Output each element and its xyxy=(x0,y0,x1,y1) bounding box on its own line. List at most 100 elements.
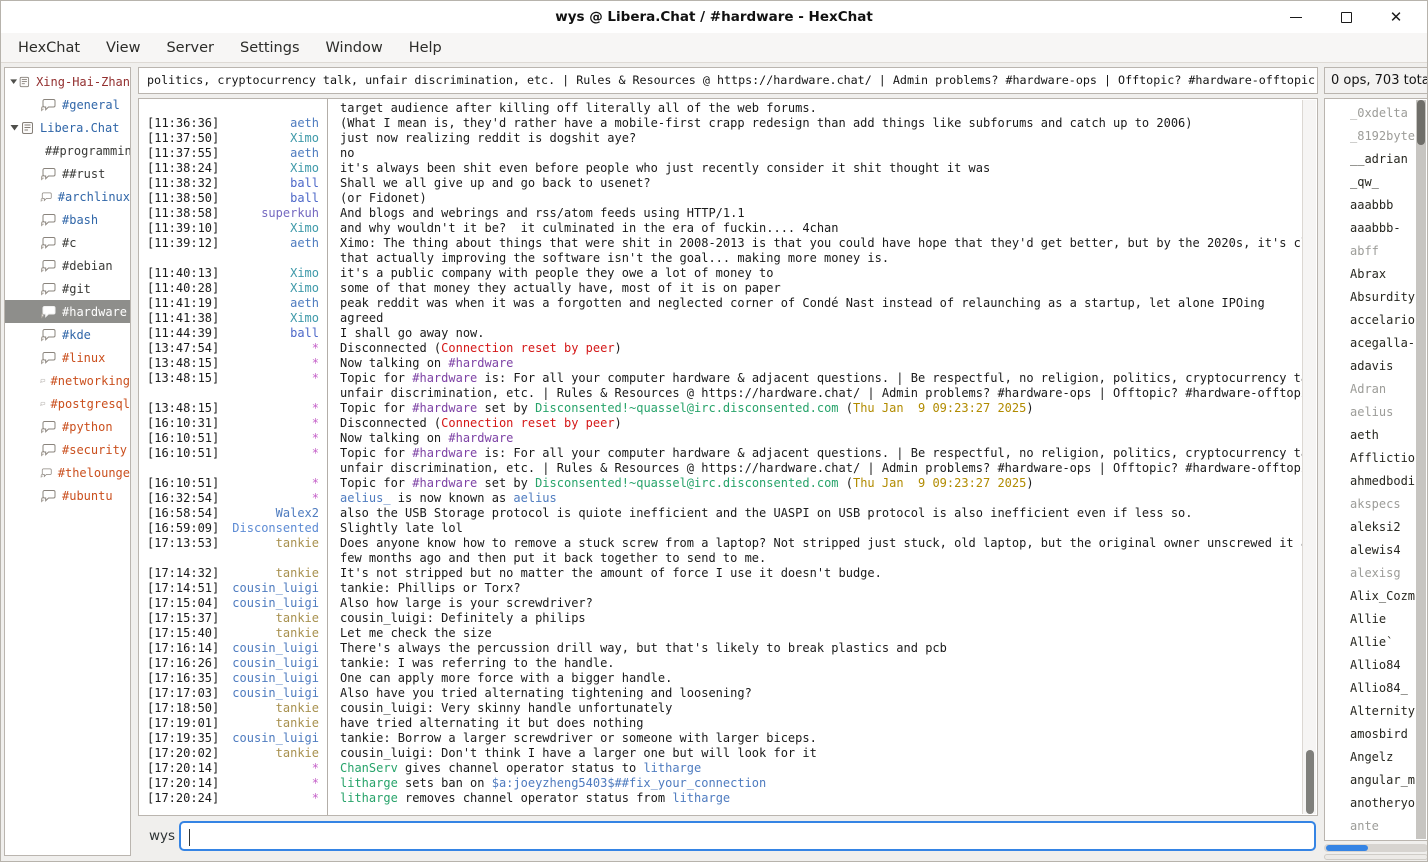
menu-view[interactable]: View xyxy=(93,33,153,63)
timestamp xyxy=(147,101,219,116)
user-item[interactable]: alewis4 xyxy=(1325,539,1427,562)
menu-window[interactable]: Window xyxy=(313,33,396,63)
tree-item-security[interactable]: #security xyxy=(5,438,130,461)
tree-item-rust[interactable]: ##rust xyxy=(5,162,130,185)
tree-item-postgresql[interactable]: #postgresql xyxy=(5,392,130,415)
message: Let me check the size xyxy=(340,626,492,641)
tree-item-python[interactable]: #python xyxy=(5,415,130,438)
tree-item-archlinux[interactable]: #archlinux xyxy=(5,185,130,208)
tree-item-kde[interactable]: #kde xyxy=(5,323,130,346)
user-item[interactable]: __adrian xyxy=(1325,148,1427,171)
user-list-rows: _0xdelta_8192byte__adrian_qw_aaabbbaaabb… xyxy=(1325,102,1427,838)
user-item[interactable]: angular_m xyxy=(1325,769,1427,792)
tree-item-bash[interactable]: #bash xyxy=(5,208,130,231)
user-item[interactable]: ante xyxy=(1325,815,1427,838)
user-item[interactable]: aeth xyxy=(1325,424,1427,447)
message-segment: it's always been shit even before people… xyxy=(340,161,990,175)
tree-item-c[interactable]: #c xyxy=(5,231,130,254)
chat-row: [16:10:31]*Disconnected (Connection rese… xyxy=(139,416,1303,431)
user-item[interactable]: aaabbb- xyxy=(1325,217,1427,240)
timestamp: [11:37:55] xyxy=(147,146,219,161)
chat-row: [17:14:51]cousin_luigitankie: Phillips o… xyxy=(139,581,1303,596)
userlist-hscrollbar[interactable] xyxy=(1324,844,1428,852)
tree-item-general[interactable]: #general xyxy=(5,93,130,116)
user-item[interactable]: ahmedbodi xyxy=(1325,470,1427,493)
tree-item-thelounge[interactable]: #thelounge xyxy=(5,461,130,484)
user-item[interactable]: _0xdelta xyxy=(1325,102,1427,125)
chat-area: target audience after killing off litera… xyxy=(138,98,1318,816)
message: Disconnected (Connection reset by peer) xyxy=(340,416,622,431)
user-item[interactable]: Absurdity xyxy=(1325,286,1427,309)
user-item[interactable]: _8192byte xyxy=(1325,125,1427,148)
expander-icon[interactable] xyxy=(9,122,20,133)
nick: cousin_luigi xyxy=(219,581,319,596)
userlist-scrollbar[interactable] xyxy=(1416,100,1426,839)
message-input[interactable] xyxy=(181,823,1314,849)
message-segment: cousin_luigi: Very skinny handle unfortu… xyxy=(340,701,672,715)
user-item[interactable]: Allie` xyxy=(1325,631,1427,654)
minimize-button[interactable] xyxy=(1271,1,1321,33)
userlist-hscrollbar-track[interactable] xyxy=(1324,854,1428,860)
menu-settings[interactable]: Settings xyxy=(227,33,312,63)
menu-hexchat[interactable]: HexChat xyxy=(5,33,93,63)
userlist-hscrollbar-thumb[interactable] xyxy=(1326,845,1368,851)
user-item[interactable]: adavis xyxy=(1325,355,1427,378)
userlist-scrollbar-thumb[interactable] xyxy=(1417,100,1425,145)
message: just now realizing reddit is dogshit aye… xyxy=(340,131,636,146)
user-item[interactable]: acegalla- xyxy=(1325,332,1427,355)
menu-server[interactable]: Server xyxy=(153,33,227,63)
maximize-button[interactable] xyxy=(1321,1,1371,33)
user-item[interactable]: _qw_ xyxy=(1325,171,1427,194)
tree-item-xing-hai-zhan[interactable]: Xing-Hai-Zhan xyxy=(5,70,130,93)
user-item[interactable]: Affliction xyxy=(1325,447,1427,470)
tree-item-label: #networking xyxy=(51,374,130,388)
tree-item-networking[interactable]: #networking xyxy=(5,369,130,392)
user-item[interactable]: Allio84 xyxy=(1325,654,1427,677)
user-item[interactable]: akspecs xyxy=(1325,493,1427,516)
user-item[interactable]: Allio84_ xyxy=(1325,677,1427,700)
user-item[interactable]: aelius xyxy=(1325,401,1427,424)
tree-item-libera.chat[interactable]: Libera.Chat xyxy=(5,116,130,139)
chat-scrollbar[interactable] xyxy=(1302,100,1316,814)
user-item[interactable]: alexisg xyxy=(1325,562,1427,585)
user-item[interactable]: Allie xyxy=(1325,608,1427,631)
user-item[interactable]: accelario xyxy=(1325,309,1427,332)
menu-help[interactable]: Help xyxy=(396,33,455,63)
user-item[interactable]: Adran xyxy=(1325,378,1427,401)
chat-row: [13:48:15]*Topic for #hardware is: For a… xyxy=(139,371,1303,386)
channel-icon xyxy=(40,236,57,250)
message: some of that money they actually have, m… xyxy=(340,281,781,296)
nick xyxy=(219,551,319,566)
expander-icon[interactable] xyxy=(9,76,18,87)
message: Topic for #hardware set by Disconsented!… xyxy=(340,401,1034,416)
message-segment: There's always the percussion drill way,… xyxy=(340,641,947,655)
user-item[interactable]: Angelz xyxy=(1325,746,1427,769)
chat-row: [11:41:19]aethpeak reddit was when it wa… xyxy=(139,296,1303,311)
user-item[interactable]: Alix_Cozm xyxy=(1325,585,1427,608)
message-segment: Does anyone know how to remove a stuck s… xyxy=(340,536,1303,550)
nick: tankie xyxy=(219,566,319,581)
nick xyxy=(219,461,319,476)
user-item[interactable]: amosbird xyxy=(1325,723,1427,746)
message-segment: One can apply more force with a bigger h… xyxy=(340,671,672,685)
tree-item-ubuntu[interactable]: #ubuntu xyxy=(5,484,130,507)
message-entry[interactable] xyxy=(179,821,1316,851)
close-button[interactable]: ✕ xyxy=(1371,1,1421,33)
user-item[interactable]: Abrax xyxy=(1325,263,1427,286)
topic-input[interactable]: politics, cryptocurrency talk, unfair di… xyxy=(138,67,1318,94)
chat-scrollbar-thumb[interactable] xyxy=(1306,750,1314,814)
user-item[interactable]: anotheryo xyxy=(1325,792,1427,815)
user-item[interactable]: aleksi2 xyxy=(1325,516,1427,539)
chat-row: [17:15:37]tankiecousin_luigi: Definitely… xyxy=(139,611,1303,626)
user-item[interactable]: Alternity xyxy=(1325,700,1427,723)
nick-separator-line xyxy=(327,99,328,815)
tree-item-programming[interactable]: ##programming xyxy=(5,139,130,162)
tree-item-linux[interactable]: #linux xyxy=(5,346,130,369)
user-item[interactable]: aaabbb xyxy=(1325,194,1427,217)
tree-item-debian[interactable]: #debian xyxy=(5,254,130,277)
tree-item-hardware[interactable]: #hardware xyxy=(5,300,130,323)
chat-row: few months ago and then put it back toge… xyxy=(139,551,1303,566)
user-item[interactable]: abff xyxy=(1325,240,1427,263)
tree-item-git[interactable]: #git xyxy=(5,277,130,300)
title-bar[interactable]: wys @ Libera.Chat / #hardware - HexChat … xyxy=(1,1,1427,33)
